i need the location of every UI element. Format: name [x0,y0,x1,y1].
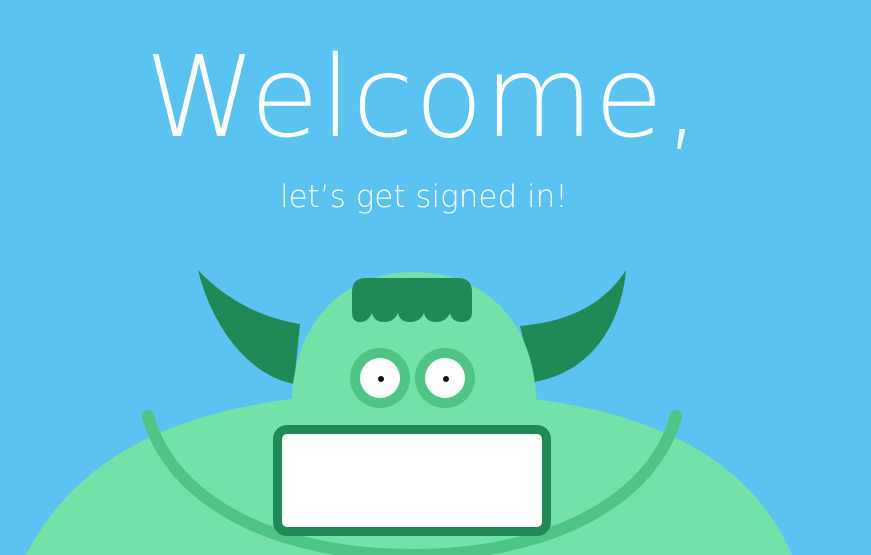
sign-in-input[interactable] [273,425,551,536]
left-pupil [378,376,384,382]
hair-tuft [352,278,472,322]
welcome-title: Welcome, [145,33,701,163]
login-screen: Welcome, let’s get signed in! [0,0,871,555]
welcome-subtitle: let’s get signed in! [280,179,568,215]
right-pupil [443,376,449,382]
